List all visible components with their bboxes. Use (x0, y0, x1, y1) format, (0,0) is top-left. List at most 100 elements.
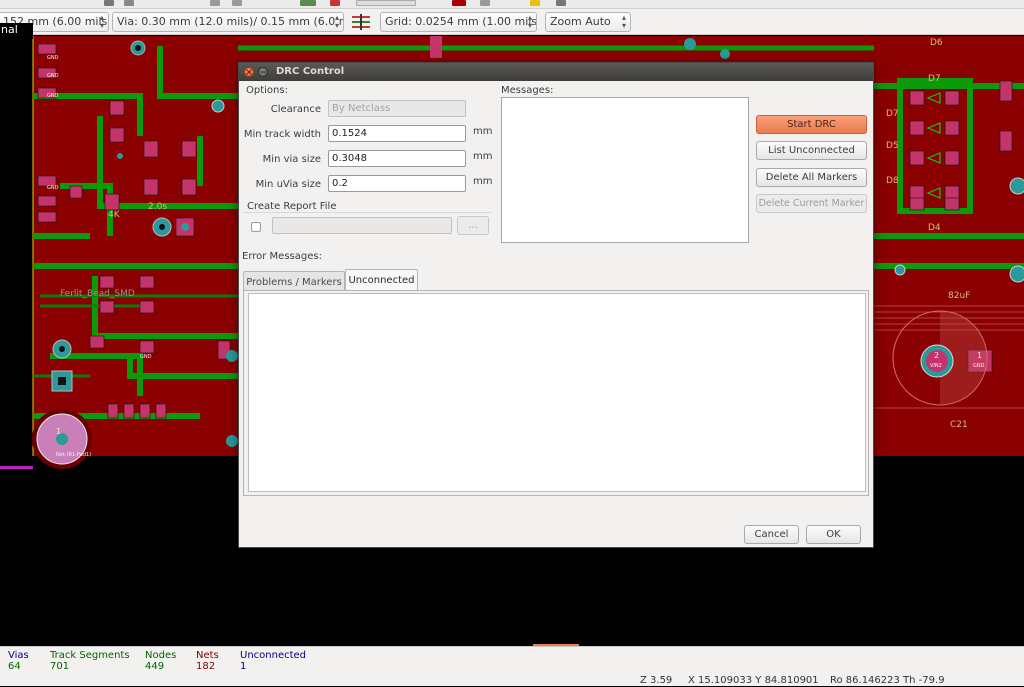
unconnected-list[interactable] (248, 293, 866, 492)
delete-current-marker-button[interactable]: Delete Current Marker (756, 194, 867, 213)
browse-report-button[interactable]: ... (457, 216, 489, 235)
silk-label: GND (973, 363, 985, 369)
xy-readout: X 15.109033 Y 84.810901 (688, 675, 819, 686)
toolbar-icon[interactable] (232, 0, 242, 6)
toolbar-icon[interactable] (556, 0, 566, 6)
cancel-button[interactable]: Cancel (744, 525, 799, 544)
silk-label: GND (47, 55, 59, 61)
options-heading: Options: (246, 85, 288, 96)
messages-heading: Messages: (501, 85, 554, 96)
toolbar-icon[interactable] (480, 0, 490, 6)
vias-label: Vias (8, 650, 29, 661)
silk-label: D5 (886, 141, 899, 151)
error-tabs: Problems / Markers Unconnected (243, 269, 869, 497)
silk-label: D6 (930, 38, 943, 48)
grid-select[interactable]: Grid: 0.0254 mm (1.00 mils) ▴ ▾ (380, 12, 537, 32)
min-uvia-size-input[interactable]: 0.2 (328, 175, 466, 192)
zoom-value: Zoom Auto (550, 15, 611, 28)
toolbar-icon[interactable] (124, 0, 134, 6)
ok-button[interactable]: OK (806, 525, 861, 544)
via-size-select[interactable]: Via: 0.30 mm (12.0 mils)/ 0.15 mm (6.0 m… (112, 12, 344, 32)
start-drc-button[interactable]: Start DRC (756, 115, 867, 134)
options-toolbar: 152 mm (6.00 mils) ▴ ▾ Via: 0.30 mm (12.0… (0, 9, 1024, 35)
main-toolbar (0, 0, 1024, 9)
tab-panel (243, 290, 869, 496)
messages-textbox[interactable] (501, 97, 749, 243)
min-via-size-input[interactable]: 0.3048 (328, 150, 466, 167)
chevron-updown-icon: ▴ ▾ (99, 13, 104, 30)
silk-label: 1 (56, 427, 61, 436)
unit-label: mm (473, 151, 493, 162)
zoom-readout: Z 3.59 (640, 675, 673, 686)
silk-label: 2.0s (148, 202, 167, 212)
toolbar-icon[interactable] (530, 0, 540, 6)
close-icon[interactable] (244, 67, 254, 77)
silk-label: GND (140, 354, 152, 360)
silk-label: 2 (934, 351, 939, 360)
min-track-width-input[interactable]: 0.1524 (328, 125, 466, 142)
via-size-value: Via: 0.30 mm (12.0 mils)/ 0.15 mm (6.0 m… (117, 15, 344, 28)
chevron-updown-icon: ▴ ▾ (334, 13, 339, 30)
delete-all-markers-button[interactable]: Delete All Markers (756, 168, 867, 187)
toolbar-icon[interactable] (210, 0, 220, 6)
toolbar-icon[interactable] (300, 0, 316, 6)
minimize-icon[interactable] (258, 67, 268, 77)
dialog-titlebar[interactable]: DRC Control (239, 63, 873, 81)
silk-label: 1 (977, 351, 982, 360)
auto-track-width-icon[interactable] (350, 12, 372, 32)
silk-label: GND (47, 73, 59, 79)
nets-value: 182 (196, 661, 216, 672)
silk-label: C21 (950, 420, 968, 430)
toolbar-icon[interactable] (104, 0, 114, 6)
chevron-updown-icon: ▴ ▾ (621, 13, 626, 30)
silk-label: D4 (928, 223, 941, 233)
clearance-label: Clearance (270, 104, 321, 115)
status-bar: Vias 64 Track Segments 701 Nodes 449 Net… (0, 646, 1024, 686)
grid-value: Grid: 0.0254 mm (1.00 mils) (385, 15, 537, 28)
unit-label: mm (473, 176, 493, 187)
clearance-field: By Netclass (328, 100, 466, 117)
unconnected-label: Unconnected (240, 650, 307, 661)
vias-value: 64 (8, 661, 21, 672)
create-report-heading: Create Report File (247, 201, 337, 212)
tab-unconnected[interactable]: Unconnected (345, 269, 418, 290)
silk-label: GND (47, 185, 59, 191)
toolbar-icon[interactable] (330, 0, 340, 6)
track-segments-value: 701 (50, 661, 70, 672)
nets-label: Nets (196, 650, 219, 661)
toolbar-icon[interactable] (356, 0, 416, 6)
side-panel-label: nal (0, 23, 33, 39)
silk-label: GND (47, 93, 59, 99)
min-uvia-size-label: Min uVia size (255, 179, 321, 190)
silk-label: VIN2 (930, 363, 942, 369)
toolbar-icon[interactable] (452, 0, 466, 6)
silk-label: Net-(R1-Pad1) (56, 452, 91, 458)
error-messages-heading: Error Messages: (242, 251, 322, 262)
nodes-stat: Nodes 449 (145, 650, 176, 672)
tab-problems-markers[interactable]: Problems / Markers (243, 271, 345, 290)
list-unconnected-button[interactable]: List Unconnected (756, 141, 867, 160)
track-segments-stat: Track Segments 701 (50, 650, 130, 672)
silk-label: 4K (108, 210, 121, 220)
silk-label: Ferlit_Bead_SMD (60, 289, 135, 299)
track-segments-label: Track Segments (50, 650, 130, 661)
silk-label: 82uF (948, 291, 970, 301)
unconnected-value: 1 (240, 661, 247, 672)
unconnected-stat: Unconnected 1 (240, 650, 306, 672)
nets-stat: Nets 182 (196, 650, 219, 672)
create-report-checkbox[interactable] (251, 222, 261, 232)
chevron-updown-icon: ▴ ▾ (527, 13, 532, 30)
cursor-coordinates: Z 3.59 X 15.109033 Y 84.810901 Ro 86.146… (0, 675, 1024, 687)
zoom-select[interactable]: Zoom Auto ▴ ▾ (545, 12, 631, 32)
silk-label: D7 (886, 109, 899, 119)
silk-label: D7 (928, 74, 941, 84)
min-track-width-label: Min track width (243, 129, 321, 140)
unit-label: mm (473, 126, 493, 137)
vias-stat: Vias 64 (8, 650, 29, 672)
silk-label: D8 (886, 176, 899, 186)
report-file-path-input (272, 217, 452, 234)
min-via-size-label: Min via size (262, 154, 321, 165)
nodes-value: 449 (145, 661, 165, 672)
dialog-title: DRC Control (276, 66, 345, 77)
nodes-label: Nodes (145, 650, 177, 661)
